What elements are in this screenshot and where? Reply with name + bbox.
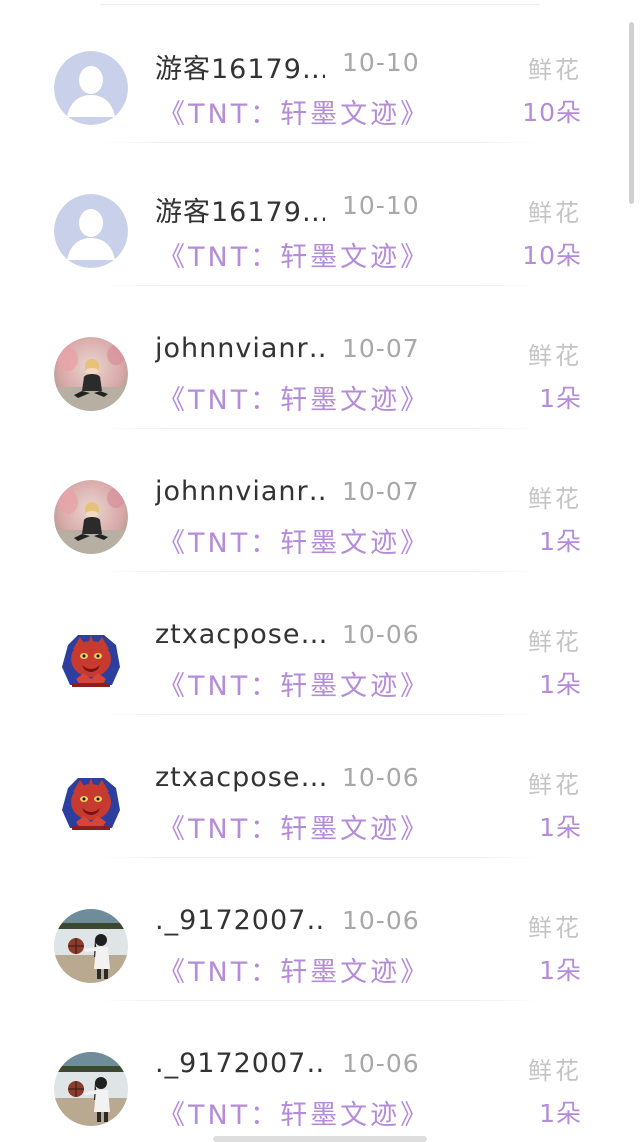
- gift-count: 1朵: [539, 527, 582, 556]
- gift-count: 1朵: [539, 956, 582, 985]
- gift-type: 鲜花: [528, 485, 582, 513]
- gift-date: 10-10: [342, 191, 420, 220]
- list-item[interactable]: ._9172007… 10-06 《TNT：轩墨文迹》 鲜花 1朵: [0, 858, 640, 1001]
- gift-type: 鲜花: [528, 199, 582, 227]
- gift-date: 10-07: [342, 477, 420, 506]
- gift-count: 1朵: [539, 670, 582, 699]
- lion-mascot-avatar[interactable]: [54, 766, 128, 840]
- gift-date: 10-06: [342, 763, 420, 792]
- gift-type: 鲜花: [528, 342, 582, 370]
- book-title[interactable]: 《TNT：轩墨文迹》: [158, 378, 430, 417]
- user-name[interactable]: ._9172007…: [155, 905, 325, 936]
- default-avatar[interactable]: [54, 194, 128, 268]
- book-title[interactable]: 《TNT：轩墨文迹》: [158, 235, 430, 274]
- list-item[interactable]: ztxacpose… 10-06 《TNT：轩墨文迹》 鲜花 1朵: [0, 572, 640, 715]
- basketball-girl-avatar[interactable]: [54, 1052, 128, 1126]
- book-title[interactable]: 《TNT：轩墨文迹》: [158, 807, 430, 846]
- gift-count: 1朵: [539, 384, 582, 413]
- gift-date: 10-07: [342, 334, 420, 363]
- book-title[interactable]: 《TNT：轩墨文迹》: [158, 950, 430, 989]
- gift-count: 10朵: [522, 241, 582, 270]
- list-item[interactable]: johnnvianr… 10-07 《TNT：轩墨文迹》 鲜花 1朵: [0, 429, 640, 572]
- gift-count: 1朵: [539, 1099, 582, 1128]
- lion-mascot-avatar[interactable]: [54, 623, 128, 697]
- gift-count: 1朵: [539, 813, 582, 842]
- photo-avatar-girl[interactable]: [54, 337, 128, 411]
- photo-avatar-girl[interactable]: [54, 480, 128, 554]
- user-name[interactable]: ztxacpose…: [155, 619, 325, 650]
- list-item[interactable]: ._9172007… 10-06 《TNT：轩墨文迹》 鲜花 1朵: [0, 1001, 640, 1142]
- gift-list-screen: 游客16179… 10-10 《TNT：轩墨文迹》 鲜花 10朵 游客16179…: [0, 0, 640, 1142]
- user-name[interactable]: 游客16179…: [155, 47, 325, 86]
- gift-count: 10朵: [522, 98, 582, 127]
- user-name[interactable]: ztxacpose…: [155, 762, 325, 793]
- basketball-girl-avatar[interactable]: [54, 909, 128, 983]
- user-name[interactable]: ._9172007…: [155, 1048, 325, 1079]
- gift-date: 10-06: [342, 620, 420, 649]
- book-title[interactable]: 《TNT：轩墨文迹》: [158, 664, 430, 703]
- list-item[interactable]: ztxacpose… 10-06 《TNT：轩墨文迹》 鲜花 1朵: [0, 715, 640, 858]
- scrollbar[interactable]: [629, 22, 634, 204]
- home-indicator[interactable]: [213, 1136, 427, 1142]
- list-item[interactable]: 游客16179… 10-10 《TNT：轩墨文迹》 鲜花 10朵: [0, 0, 640, 143]
- user-name[interactable]: johnnvianr…: [155, 476, 325, 507]
- gift-type: 鲜花: [528, 56, 582, 84]
- gift-date: 10-06: [342, 906, 420, 935]
- user-name[interactable]: 游客16179…: [155, 190, 325, 229]
- gift-date: 10-06: [342, 1049, 420, 1078]
- book-title[interactable]: 《TNT：轩墨文迹》: [158, 521, 430, 560]
- book-title[interactable]: 《TNT：轩墨文迹》: [158, 1093, 430, 1132]
- book-title[interactable]: 《TNT：轩墨文迹》: [158, 92, 430, 131]
- gift-type: 鲜花: [528, 1057, 582, 1085]
- list-item[interactable]: 游客16179… 10-10 《TNT：轩墨文迹》 鲜花 10朵: [0, 143, 640, 286]
- gift-type: 鲜花: [528, 914, 582, 942]
- list-item[interactable]: johnnvianr… 10-07 《TNT：轩墨文迹》 鲜花 1朵: [0, 286, 640, 429]
- gift-date: 10-10: [342, 48, 420, 77]
- gift-type: 鲜花: [528, 628, 582, 656]
- default-avatar[interactable]: [54, 51, 128, 125]
- user-name[interactable]: johnnvianr…: [155, 333, 325, 364]
- gift-type: 鲜花: [528, 771, 582, 799]
